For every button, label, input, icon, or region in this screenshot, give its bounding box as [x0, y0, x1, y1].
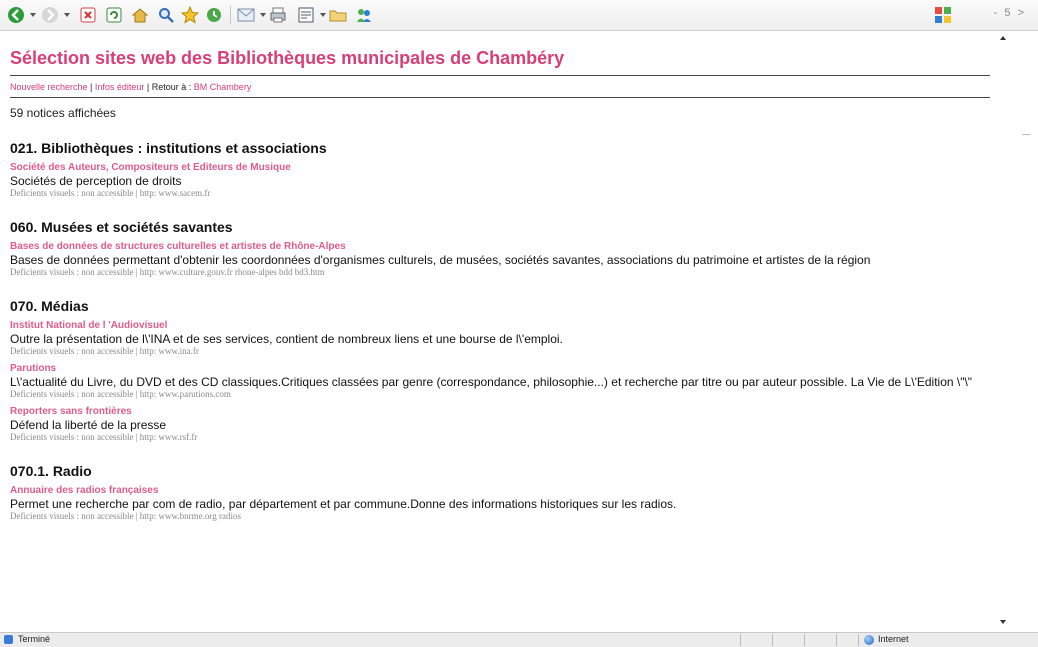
record-description: Bases de données permettant d'obtenir le… — [10, 253, 871, 267]
section-070-1: 070.1. Radio Annuaire des radios françai… — [10, 463, 1000, 522]
record-accessibility-url: Deficients visuels : non accessible | ht… — [10, 389, 231, 399]
scroll-down-arrow-icon[interactable] — [1000, 620, 1006, 624]
forward-arrow-icon[interactable] — [40, 5, 60, 25]
status-bar: Terminé Internet — [0, 632, 1038, 647]
stop-icon[interactable] — [78, 5, 98, 25]
page-status-icon — [4, 635, 13, 644]
history-icon[interactable] — [204, 5, 224, 25]
record-item: Société des Auteurs, Compositeurs et Edi… — [10, 162, 1000, 199]
scroll-up-arrow-icon[interactable] — [1000, 36, 1006, 40]
status-pane-divider — [804, 634, 805, 646]
folder-icon[interactable] — [328, 5, 348, 25]
status-text: Terminé — [18, 634, 51, 644]
browser-toolbar: - 5 > — [0, 0, 1038, 31]
status-pane-divider — [836, 634, 837, 646]
back-dropdown-icon[interactable] — [30, 13, 36, 17]
back-to-label: Retour à : — [151, 82, 194, 92]
edit-page-icon[interactable] — [296, 5, 316, 25]
section-070: 070. Médias Institut National de l 'Audi… — [10, 298, 1000, 443]
forward-dropdown-icon[interactable] — [64, 13, 70, 17]
publisher-info-link[interactable]: Infos éditeur — [95, 82, 145, 92]
record-accessibility-url: Deficients visuels : non accessible | ht… — [10, 346, 199, 356]
home-icon[interactable] — [130, 5, 150, 25]
toolbar-window-controls[interactable]: - 5 > — [994, 7, 1026, 19]
navigation-line: Nouvelle recherche | Infos éditeur | Ret… — [10, 76, 990, 98]
record-title-link[interactable]: Parutions — [10, 363, 1000, 375]
record-accessibility-url: Deficients visuels : non accessible | ht… — [10, 432, 198, 442]
record-accessibility-url: Deficients visuels : non accessible | ht… — [10, 188, 211, 198]
nav-separator: | — [87, 82, 95, 92]
toolbar-separator — [230, 6, 231, 24]
page-content: Sélection sites web des Bibliothèques mu… — [10, 38, 1000, 528]
record-description: Défend la liberté de la presse — [10, 418, 167, 432]
status-pane-divider — [858, 634, 859, 646]
favorites-star-icon[interactable] — [180, 5, 200, 25]
record-title-link[interactable]: Bases de données de structures culturell… — [10, 241, 1000, 253]
search-icon[interactable] — [156, 5, 176, 25]
edit-dropdown-icon[interactable] — [320, 13, 326, 17]
messenger-icon[interactable] — [354, 5, 374, 25]
section-heading: 070. Médias — [10, 298, 89, 314]
refresh-icon[interactable] — [104, 5, 124, 25]
record-description: Sociétés de perception de droits — [10, 174, 182, 188]
section-heading: 060. Musées et sociétés savantes — [10, 219, 233, 235]
record-description: Outre la présentation de l\'INA et de se… — [10, 332, 563, 346]
windows-logo-icon — [932, 5, 954, 25]
record-title-link[interactable]: Reporters sans frontières — [10, 406, 1000, 418]
record-accessibility-url: Deficients visuels : non accessible | ht… — [10, 267, 325, 277]
page-title: Sélection sites web des Bibliothèques mu… — [10, 38, 990, 76]
record-item: Annuaire des radios françaises Permet un… — [10, 485, 1000, 522]
internet-zone-globe-icon — [864, 635, 874, 645]
mail-dropdown-icon[interactable] — [260, 13, 266, 17]
record-item: Reporters sans frontières Défend la libe… — [10, 406, 1000, 443]
record-description: Permet une recherche par com de radio, p… — [10, 497, 677, 511]
mail-icon[interactable] — [236, 5, 256, 25]
record-item: Parutions L\'actualité du Livre, du DVD … — [10, 363, 1000, 400]
status-pane-divider — [740, 634, 741, 646]
section-060: 060. Musées et sociétés savantes Bases d… — [10, 219, 1000, 278]
record-accessibility-url: Deficients visuels : non accessible | ht… — [10, 511, 242, 521]
security-zone-label: Internet — [878, 634, 909, 644]
scrollbar-thumb[interactable] — [1022, 134, 1030, 135]
record-item: Bases de données de structures culturell… — [10, 241, 1000, 278]
section-heading: 021. Bibliothèques : institutions et ass… — [10, 140, 327, 156]
section-heading: 070.1. Radio — [10, 463, 92, 479]
new-search-link[interactable]: Nouvelle recherche — [10, 82, 88, 92]
section-021: 021. Bibliothèques : institutions et ass… — [10, 140, 1000, 199]
records-count: 59 notices affichées — [10, 106, 116, 120]
record-title-link[interactable]: Annuaire des radios françaises — [10, 485, 1000, 497]
record-title-link[interactable]: Institut National de l 'Audiovisuel — [10, 320, 1000, 332]
status-pane-divider — [772, 634, 773, 646]
back-to-bm-link[interactable]: BM Chambery — [194, 82, 252, 92]
record-item: Institut National de l 'Audiovisuel Outr… — [10, 320, 1000, 357]
record-title-link[interactable]: Société des Auteurs, Compositeurs et Edi… — [10, 162, 1000, 174]
record-description: L\'actualité du Livre, du DVD et des CD … — [10, 375, 973, 389]
back-arrow-icon[interactable] — [6, 5, 26, 25]
print-icon[interactable] — [268, 5, 288, 25]
nav-separator: | — [144, 82, 152, 92]
